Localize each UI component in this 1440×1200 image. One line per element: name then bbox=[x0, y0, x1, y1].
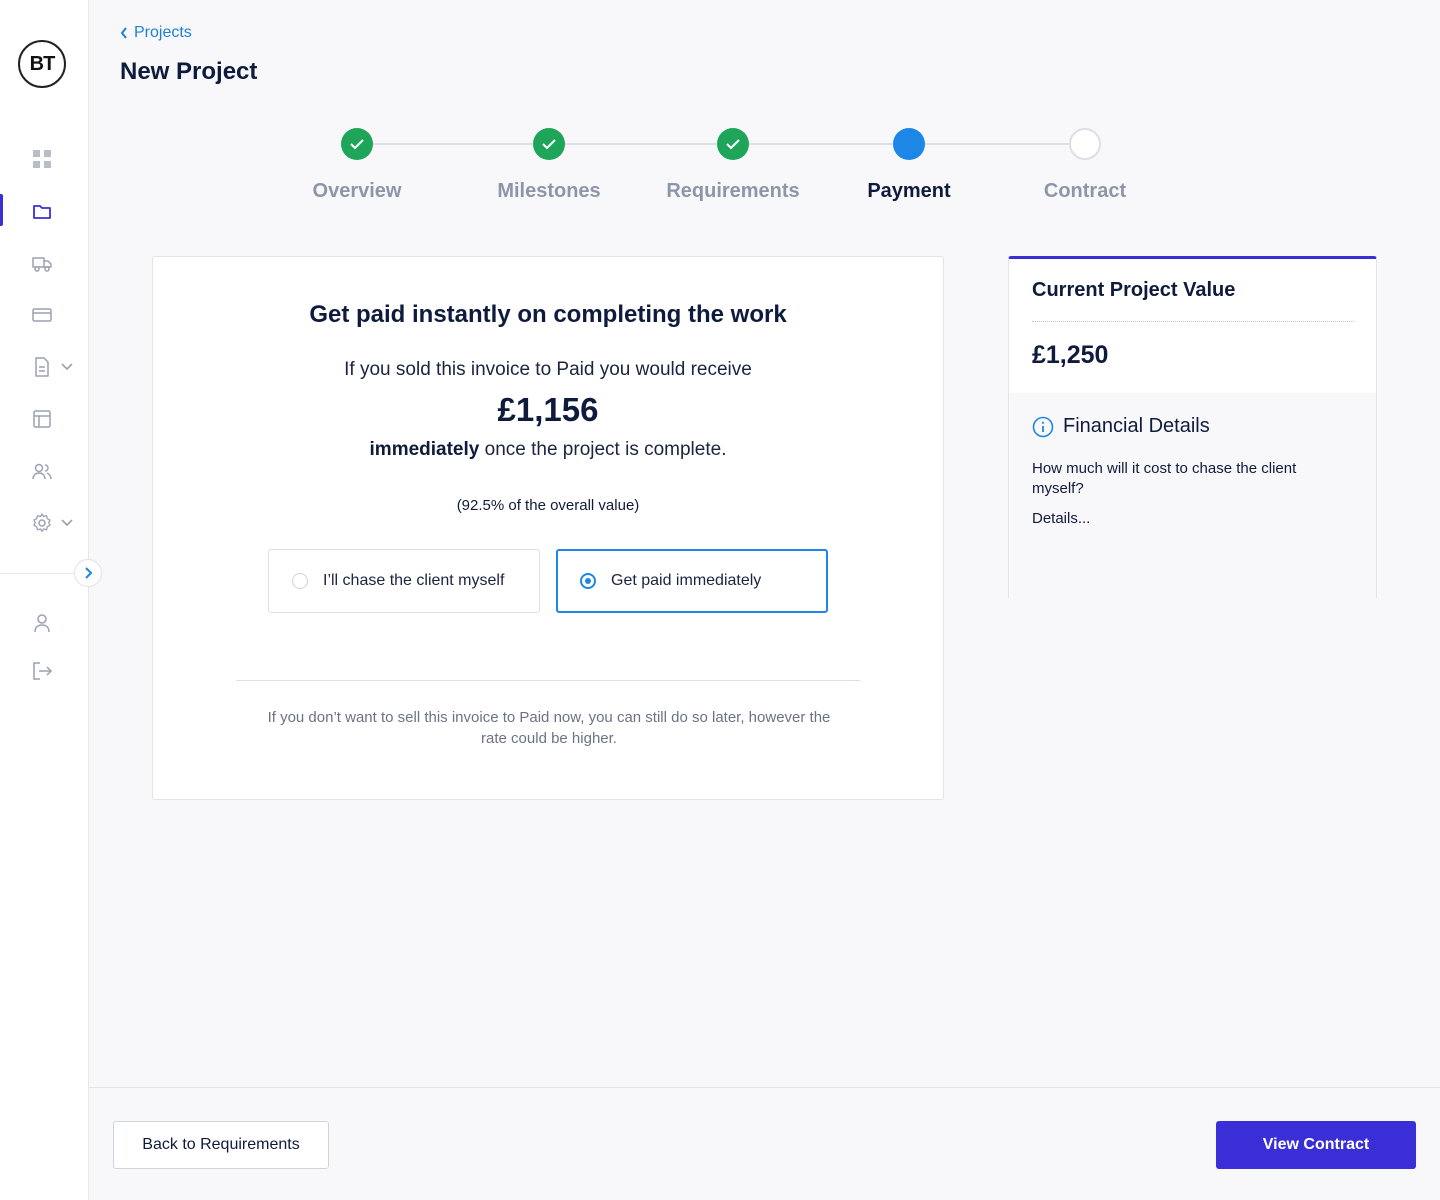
step-connector bbox=[925, 143, 1069, 145]
percentage-note: (92.5% of the overall value) bbox=[456, 497, 640, 514]
step-label-payment[interactable]: Payment bbox=[809, 180, 1009, 203]
payment-footnote: If you don’t want to sell this invoice t… bbox=[267, 709, 831, 747]
sidebar-item-delivery[interactable] bbox=[0, 244, 88, 280]
option-get-paid-immediately-label: Get paid immediately bbox=[611, 572, 762, 589]
card-divider bbox=[236, 680, 860, 681]
sidebar-item-documents[interactable] bbox=[0, 348, 88, 384]
payment-card-intro: If you sold this invoice to Paid you wou… bbox=[344, 359, 752, 380]
breadcrumb-label: Projects bbox=[134, 24, 192, 41]
chevron-left-icon bbox=[120, 27, 127, 39]
info-icon bbox=[1032, 416, 1054, 437]
payment-card-timing: immediately once the project is complete… bbox=[153, 439, 943, 461]
sidebar-collapse-button[interactable] bbox=[74, 559, 102, 587]
step-milestones-dot[interactable] bbox=[533, 128, 565, 160]
check-icon bbox=[726, 139, 740, 150]
view-contract-button[interactable]: View Contract bbox=[1216, 1121, 1416, 1169]
users-icon bbox=[32, 463, 52, 480]
project-value-title: Current Project Value bbox=[1032, 279, 1236, 301]
step-label-requirements[interactable]: Requirements bbox=[633, 180, 833, 203]
dotted-divider bbox=[1032, 321, 1354, 322]
financial-details-panel: Financial Details How much will it cost … bbox=[1009, 393, 1376, 600]
step-payment-dot[interactable] bbox=[893, 128, 925, 160]
sidebar-item-contacts[interactable] bbox=[0, 452, 88, 488]
folder-icon bbox=[33, 205, 51, 219]
option-chase-myself-label: I’ll chase the client myself bbox=[323, 572, 505, 589]
step-connector bbox=[565, 143, 717, 145]
step-connector bbox=[749, 143, 893, 145]
check-icon bbox=[542, 139, 556, 150]
page-title: New Project bbox=[120, 58, 258, 85]
project-value: £1,250 bbox=[1032, 341, 1109, 369]
logout-icon bbox=[33, 662, 53, 680]
option-get-paid-immediately[interactable]: Get paid immediately bbox=[556, 549, 828, 613]
step-contract-dot[interactable] bbox=[1069, 128, 1101, 160]
step-label-overview[interactable]: Overview bbox=[257, 180, 457, 203]
card-icon bbox=[32, 308, 52, 322]
layout-icon bbox=[33, 410, 51, 428]
payment-amount: £1,156 bbox=[497, 391, 599, 428]
truck-icon bbox=[32, 257, 52, 272]
check-icon bbox=[350, 139, 364, 150]
back-to-requirements-button[interactable]: Back to Requirements bbox=[113, 1121, 329, 1169]
financial-details-title: Financial Details bbox=[1063, 415, 1210, 437]
details-link[interactable]: Details... bbox=[1032, 510, 1090, 527]
option-chase-myself[interactable]: I’ll chase the client myself bbox=[268, 549, 540, 613]
step-connector bbox=[372, 143, 533, 145]
timing-emphasis: immediately bbox=[369, 439, 480, 460]
payment-card-title: Get paid instantly on completing the wor… bbox=[309, 301, 787, 328]
step-requirements-dot[interactable] bbox=[717, 128, 749, 160]
payment-card: Get paid instantly on completing the wor… bbox=[152, 256, 944, 800]
radio-chase-myself[interactable] bbox=[292, 573, 308, 589]
user-icon bbox=[34, 614, 50, 633]
sidebar-item-payments[interactable] bbox=[0, 296, 88, 332]
gear-icon bbox=[33, 513, 51, 533]
chevron-right-icon bbox=[85, 567, 93, 579]
sidebar-item-profile[interactable] bbox=[0, 604, 88, 640]
bt-logo[interactable]: BT bbox=[18, 40, 66, 88]
sidebar-item-layout[interactable] bbox=[0, 400, 88, 436]
financial-question: How much will it cost to chase the clien… bbox=[1032, 460, 1297, 497]
step-label-milestones[interactable]: Milestones bbox=[449, 180, 649, 203]
step-overview-dot[interactable] bbox=[341, 128, 373, 160]
radio-get-paid-immediately[interactable] bbox=[580, 573, 596, 589]
chevron-down-icon bbox=[61, 519, 73, 527]
document-icon bbox=[35, 357, 49, 377]
breadcrumb[interactable]: Projects bbox=[120, 24, 192, 42]
grid-icon bbox=[33, 150, 51, 168]
sidebar-item-logout[interactable] bbox=[0, 652, 88, 688]
footer-bar: Back to Requirements View Contract bbox=[89, 1087, 1440, 1200]
sidebar-item-dashboard[interactable] bbox=[0, 140, 88, 176]
project-value-card: Current Project Value £1,250 Financial D… bbox=[1008, 256, 1377, 600]
step-label-contract[interactable]: Contract bbox=[985, 180, 1185, 203]
sidebar-item-settings[interactable] bbox=[0, 504, 88, 540]
sidebar: BT bbox=[0, 0, 89, 1200]
sidebar-item-projects[interactable] bbox=[0, 192, 88, 228]
timing-rest: once the project is complete. bbox=[479, 439, 727, 460]
financial-details-heading: Financial Details bbox=[1032, 415, 1210, 438]
chevron-down-icon bbox=[61, 363, 73, 371]
